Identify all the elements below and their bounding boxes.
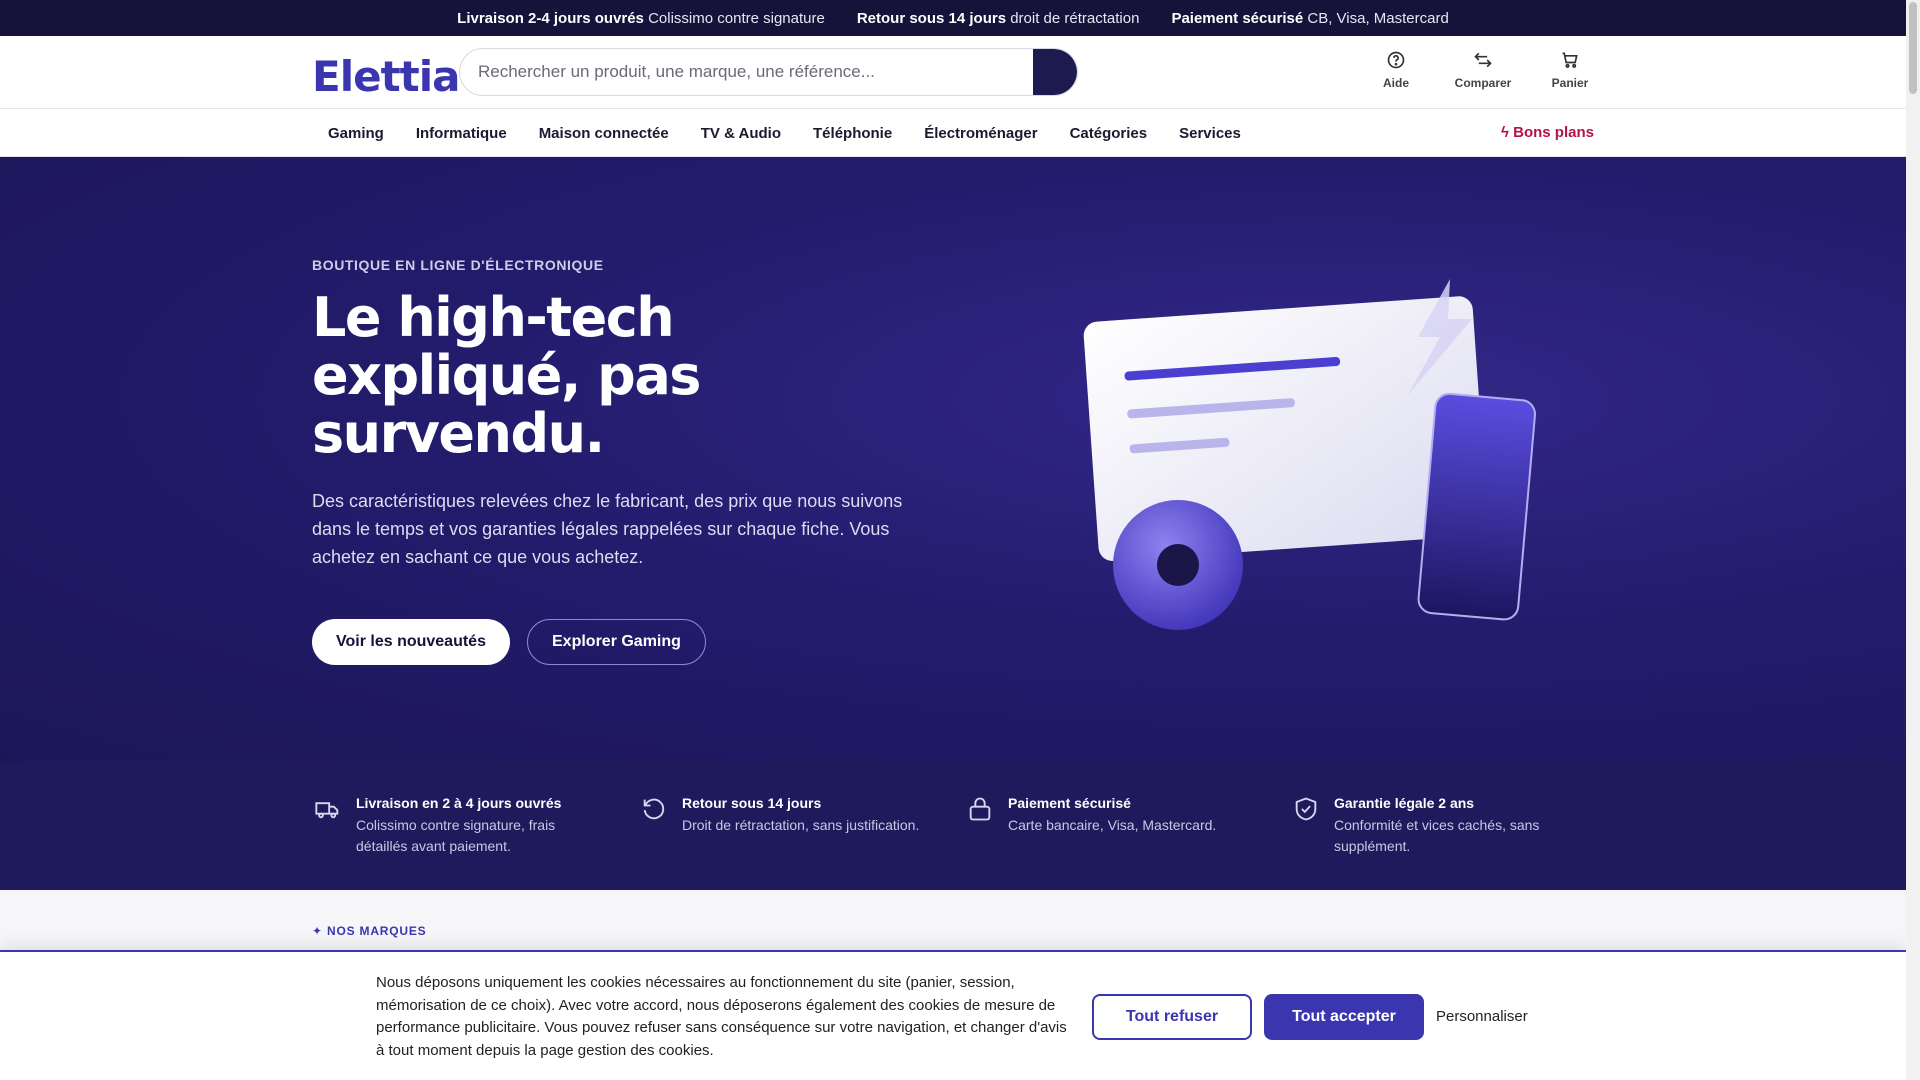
accept-all-button[interactable]: Tout accepter	[1264, 994, 1424, 1040]
feature-delivery: Livraison en 2 à 4 jours ouvrés Colissimo…	[314, 795, 596, 857]
customize-cookies-link[interactable]: Personnaliser	[1436, 1008, 1528, 1025]
cart-label: Panier	[1551, 76, 1589, 90]
info-payment: Paiement sécurisé CB, Visa, Mastercard	[1171, 9, 1449, 27]
hero-eyebrow: BOUTIQUE EN LIGNE D'ÉLECTRONIQUE	[312, 257, 604, 273]
feature-returns-desc: Droit de rétractation, sans justificatio…	[682, 817, 920, 833]
cart-icon	[1562, 52, 1578, 68]
info-delivery: Livraison 2-4 jours ouvrés Colissimo con…	[457, 9, 825, 27]
search-button[interactable]	[1033, 49, 1077, 95]
search-input[interactable]	[460, 49, 1030, 95]
search-bar	[459, 48, 1078, 96]
compare-label: Comparer	[1454, 76, 1512, 90]
brands-label: ✦ NOS MARQUES	[312, 924, 427, 938]
header-actions: Aide Comparer Panier	[1370, 50, 1596, 90]
bolt-icon: ϟ	[1501, 124, 1514, 141]
nav-item-maison-connectee[interactable]: Maison connectée	[523, 125, 685, 142]
help-label: Aide	[1382, 76, 1409, 90]
help-link[interactable]: Aide	[1370, 50, 1422, 90]
hero-lead: Des caractéristiques relevées chez le fa…	[312, 491, 903, 567]
top-info-bar: Livraison 2-4 jours ouvrés Colissimo con…	[0, 0, 1906, 36]
feature-delivery-title: Livraison en 2 à 4 jours ouvrés	[356, 795, 562, 811]
cart-link[interactable]: Panier	[1544, 50, 1596, 90]
nav-item-gaming[interactable]: Gaming	[312, 125, 400, 142]
compare-arrows-icon	[1474, 52, 1492, 68]
scrollbar-thumb[interactable]	[1909, 2, 1917, 94]
nav-item-telephonie[interactable]: Téléphonie	[797, 125, 908, 142]
hero-title: Le high-tech expliqué, pas survendu.	[312, 286, 701, 465]
feature-warranty: Garantie légale 2 ans Conformité et vices…	[1292, 795, 1574, 857]
site-logo[interactable]: Elettia	[312, 52, 460, 101]
nav-item-informatique[interactable]: Informatique	[400, 125, 523, 142]
site-header: Elettia Aide Comparer Panier	[0, 36, 1906, 109]
page-scrollbar[interactable]	[1906, 0, 1920, 1080]
brands-section: ✦ NOS MARQUES	[0, 890, 1906, 950]
feature-delivery-desc: Colissimo contre signature, frais détail…	[356, 817, 556, 854]
lock-icon	[969, 797, 991, 821]
truck-icon	[315, 802, 339, 819]
info-returns: Retour sous 14 jours droit de rétractati…	[856, 9, 1140, 27]
feature-payment-desc: Carte bancaire, Visa, Mastercard.	[1008, 817, 1217, 833]
deals-link[interactable]: ϟ Bons plans	[1501, 124, 1594, 141]
nav-item-electromenager[interactable]: Électroménager	[908, 125, 1053, 142]
features-band: Livraison en 2 à 4 jours ouvrés Colissimo…	[0, 761, 1906, 890]
refuse-all-button[interactable]: Tout refuser	[1092, 994, 1252, 1040]
feature-warranty-desc: Conformité et vices cachés, sans supplém…	[1334, 817, 1540, 854]
feature-returns: Retour sous 14 jours Droit de rétractatio…	[640, 795, 919, 836]
nav-item-categories[interactable]: Catégories	[1054, 125, 1164, 142]
nav-item-services[interactable]: Services	[1163, 125, 1257, 142]
cookie-text: Nous déposons uniquement les cookies néc…	[376, 974, 1067, 1059]
shield-check-icon	[1295, 797, 1317, 821]
return-icon	[643, 798, 665, 820]
cookie-banner: Nous déposons uniquement les cookies néc…	[0, 950, 1906, 1080]
sparkle-icon: ✦	[312, 924, 327, 938]
feature-payment: Paiement sécurisé Carte bancaire, Visa, M…	[966, 795, 1216, 836]
main-nav: Gaming Informatique Maison connectée TV …	[0, 109, 1906, 157]
phone-shape	[1417, 392, 1536, 621]
help-icon	[1387, 51, 1405, 69]
feature-payment-title: Paiement sécurisé	[1008, 795, 1131, 811]
explore-gaming-button[interactable]: Explorer Gaming	[527, 619, 706, 665]
compare-link[interactable]: Comparer	[1450, 50, 1516, 90]
hero-illustration	[1083, 279, 1536, 630]
new-products-button[interactable]: Voir les nouveautés	[312, 619, 510, 665]
hero-section: BOUTIQUE EN LIGNE D'ÉLECTRONIQUE Le high…	[0, 157, 1906, 761]
nav-item-tv-audio[interactable]: TV & Audio	[685, 125, 797, 142]
feature-warranty-title: Garantie légale 2 ans	[1334, 795, 1475, 811]
feature-returns-title: Retour sous 14 jours	[682, 795, 822, 811]
